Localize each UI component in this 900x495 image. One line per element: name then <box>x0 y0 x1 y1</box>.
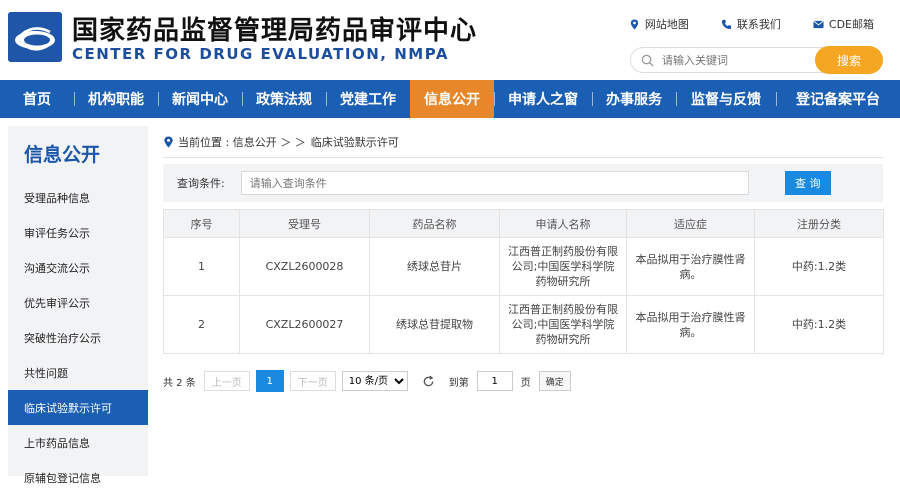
page-size-select[interactable]: 10 条/页 <box>341 371 408 391</box>
nav-applicant-window[interactable]: 申请人之窗 <box>494 80 592 118</box>
sidebar-item-marketed-drugs[interactable]: 上市药品信息 <box>8 425 148 460</box>
header-applicant: 申请人名称 <box>499 209 627 238</box>
total-count: 共 2 条 <box>163 377 196 389</box>
goto-confirm-button[interactable]: 确定 <box>538 371 571 391</box>
query-label: 查询条件: <box>177 177 225 190</box>
cell-drug-name: 绣球总苷片 <box>369 237 500 296</box>
cell-registration-class: 中药:1.2类 <box>754 237 884 296</box>
main-nav: 首页 机构职能 新闻中心 政策法规 党建工作 信息公开 申请人之窗 办事服务 监… <box>0 80 900 118</box>
site-title-cn: 国家药品监督管理局药品审评中心 <box>72 16 478 46</box>
sidebar-item-priority-review[interactable]: 优先审评公示 <box>8 285 148 320</box>
cde-mail-label: CDE邮箱 <box>828 18 874 31</box>
logo-emblem-icon <box>8 12 62 62</box>
cell-applicant: 江西普正制药股份有限公司;中国医学科学院药物研究所 <box>499 237 627 296</box>
goto-label: 到第 <box>448 377 469 389</box>
cell-registration-class: 中药:1.2类 <box>754 295 884 354</box>
sidebar: 信息公开 受理品种信息 审评任务公示 沟通交流公示 优先审评公示 突破性治疗公示… <box>8 126 148 485</box>
nav-supervision-feedback[interactable]: 监督与反馈 <box>676 80 776 118</box>
breadcrumb-current[interactable]: 临床试验默示许可 <box>311 134 399 150</box>
sidebar-item-communication[interactable]: 沟通交流公示 <box>8 250 148 285</box>
nav-home[interactable]: 首页 <box>0 80 74 118</box>
prev-page-button[interactable]: 上一页 <box>203 371 250 391</box>
header-indication: 适应症 <box>626 209 755 238</box>
header-registration-class: 注册分类 <box>754 209 884 238</box>
cde-mail-link[interactable]: CDE邮箱 <box>813 16 874 32</box>
query-button[interactable]: 查 询 <box>784 171 831 195</box>
site-header: 国家药品监督管理局药品审评中心 CENTER FOR DRUG EVALUATI… <box>0 0 900 80</box>
location-pin-icon <box>630 18 639 30</box>
query-bar: 查询条件: 查 询 <box>163 164 883 202</box>
main-content: 当前位置 : 信息公开 ＞ ＞ 临床试验默示许可 查询条件: 查 询 序号 受理… <box>163 126 884 392</box>
page-unit-label: 页 <box>520 377 531 389</box>
sidebar-title: 信息公开 <box>24 143 101 166</box>
sidebar-item-review-tasks[interactable]: 审评任务公示 <box>8 215 148 250</box>
nav-party[interactable]: 党建工作 <box>326 80 410 118</box>
sitemap-link[interactable]: 网站地图 <box>629 16 689 32</box>
search-icon <box>641 54 654 67</box>
cell-acceptance-no: CXZL2600027 <box>239 295 370 354</box>
cde-logo[interactable] <box>8 12 62 62</box>
sidebar-item-accepted-varieties[interactable]: 受理品种信息 <box>8 180 148 215</box>
sitemap-label: 网站地图 <box>644 18 689 31</box>
cell-serial: 2 <box>163 295 240 354</box>
sidebar-item-excipient-registration[interactable]: 原辅包登记信息 <box>8 460 148 495</box>
phone-icon <box>721 19 731 29</box>
pagination: 共 2 条 上一页 1 下一页 10 条/页 到第 页 确定 <box>163 370 883 392</box>
search-button[interactable]: 搜索 <box>815 46 883 74</box>
search-input[interactable] <box>662 53 812 67</box>
search-box <box>630 47 824 73</box>
next-page-button[interactable]: 下一页 <box>289 371 336 391</box>
table-header-row: 序号 受理号 药品名称 申请人名称 适应症 注册分类 <box>163 209 884 238</box>
cell-acceptance-no: CXZL2600028 <box>239 237 370 296</box>
sidebar-item-clinical-trial-implied-permission[interactable]: 临床试验默示许可 <box>8 390 148 425</box>
cell-applicant: 江西普正制药股份有限公司;中国医学科学院药物研究所 <box>499 295 627 354</box>
sidebar-item-breakthrough[interactable]: 突破性治疗公示 <box>8 320 148 355</box>
header-serial: 序号 <box>163 209 240 238</box>
breadcrumb-prefix: 当前位置 : 信息公开 ＞ ＞ <box>178 135 306 149</box>
page-1-button[interactable]: 1 <box>255 370 284 392</box>
table-row: 1 CXZL2600028 绣球总苷片 江西普正制药股份有限公司;中国医学科学院… <box>163 237 884 296</box>
table-row: 2 CXZL2600027 绣球总苷提取物 江西普正制药股份有限公司;中国医学科… <box>163 295 884 354</box>
nav-news[interactable]: 新闻中心 <box>158 80 242 118</box>
sidebar-item-common-issues[interactable]: 共性问题 <box>8 355 148 390</box>
cell-indication: 本品拟用于治疗膜性肾病。 <box>626 295 755 354</box>
cell-drug-name: 绣球总苷提取物 <box>369 295 500 354</box>
contact-label: 联系我们 <box>736 18 781 31</box>
top-links: 网站地图 联系我们 CDE邮箱 <box>629 16 874 32</box>
contact-link[interactable]: 联系我们 <box>721 16 781 32</box>
site-title-en: CENTER FOR DRUG EVALUATION, NMPA <box>72 45 449 63</box>
results-table: 序号 受理号 药品名称 申请人名称 适应症 注册分类 1 CXZL2600028… <box>163 209 884 354</box>
cell-indication: 本品拟用于治疗膜性肾病。 <box>626 237 755 296</box>
nav-info-disclosure[interactable]: 信息公开 <box>410 80 494 118</box>
nav-services[interactable]: 办事服务 <box>592 80 676 118</box>
goto-page-input[interactable] <box>476 371 513 391</box>
location-pin-icon <box>164 136 173 147</box>
refresh-icon[interactable] <box>422 375 435 388</box>
mail-icon <box>813 20 824 28</box>
nav-registration-platform[interactable]: 登记备案平台 <box>776 80 900 118</box>
nav-organization[interactable]: 机构职能 <box>74 80 158 118</box>
nav-policy[interactable]: 政策法规 <box>242 80 326 118</box>
cell-serial: 1 <box>163 237 240 296</box>
header-drug-name: 药品名称 <box>369 209 500 238</box>
breadcrumb: 当前位置 : 信息公开 ＞ ＞ 临床试验默示许可 <box>163 126 883 158</box>
query-input[interactable] <box>240 171 749 195</box>
header-acceptance-no: 受理号 <box>239 209 370 238</box>
